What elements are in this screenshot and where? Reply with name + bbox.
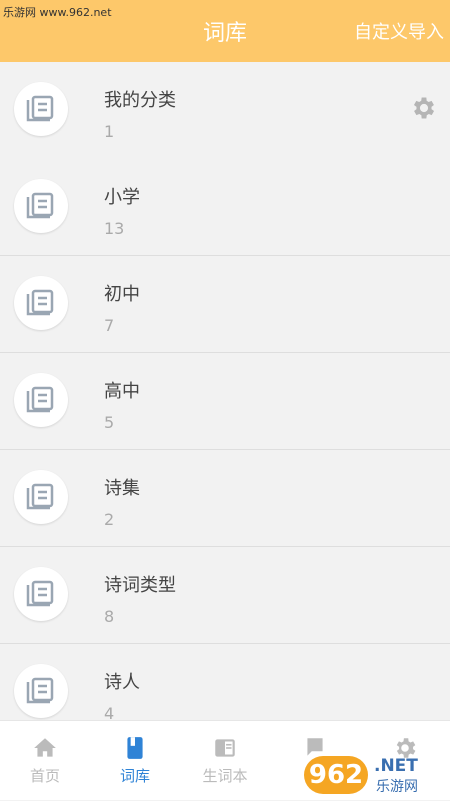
watermark-badge: 962 [304,756,368,794]
book-icon [14,664,68,718]
tab-vocabulary[interactable]: 生词本 [180,721,270,801]
book-icon [14,373,68,427]
book-icon [14,82,68,136]
list-item-title: 诗集 [104,478,140,499]
list-item[interactable]: 诗词类型 8 [0,547,450,644]
list-item-title: 诗人 [104,672,140,693]
list-item[interactable]: 小学 13 [0,159,450,256]
app-header: 乐游网 www.962.net 词库 自定义导入 [0,0,450,62]
list-item-count: 5 [104,413,115,432]
list-item-title: 诗词类型 [104,575,176,596]
list-item-count: 8 [104,607,115,626]
home-icon [34,738,56,757]
list-item-title: 我的分类 [104,90,176,111]
list-item-count: 2 [104,510,115,529]
book-icon [14,567,68,621]
list-item[interactable]: 诗集 2 [0,450,450,547]
list-item-title: 小学 [104,187,140,208]
book-icon [14,179,68,233]
tab-label: 首页 [29,767,60,785]
watermark-cn: 乐游网 [376,779,418,795]
tab-label: 生词本 [202,767,248,785]
custom-import-button[interactable]: 自定义导入 [354,18,444,44]
list-item-count: 7 [104,316,115,335]
tab-home[interactable]: 首页 [0,721,90,801]
category-list: 我的分类 1 小学 13 初中 7 高中 5 诗集 2 诗词类型 8 诗人 4 [0,62,450,720]
list-item[interactable]: 初中 7 [0,256,450,353]
list-item-title: 高中 [104,381,140,402]
list-item[interactable]: 诗人 4 [0,644,450,720]
list-item-count: 13 [104,219,125,238]
tab-lexicon[interactable]: 词库 [90,721,180,801]
book-icon [14,276,68,330]
watermark-net: .NET [374,756,418,776]
book-icon [14,470,68,524]
list-item-count: 4 [104,704,115,720]
watermark-bottom: 962 .NET 乐游网 [304,756,444,796]
list-item-count: 1 [104,122,115,141]
list-item[interactable]: 高中 5 [0,353,450,450]
list-item-title: 初中 [104,284,140,305]
book-icon [127,737,143,759]
list-item[interactable]: 我的分类 1 [0,62,450,159]
tab-label: 词库 [119,767,150,785]
notebook-icon [215,739,235,757]
gear-icon[interactable] [410,94,438,126]
